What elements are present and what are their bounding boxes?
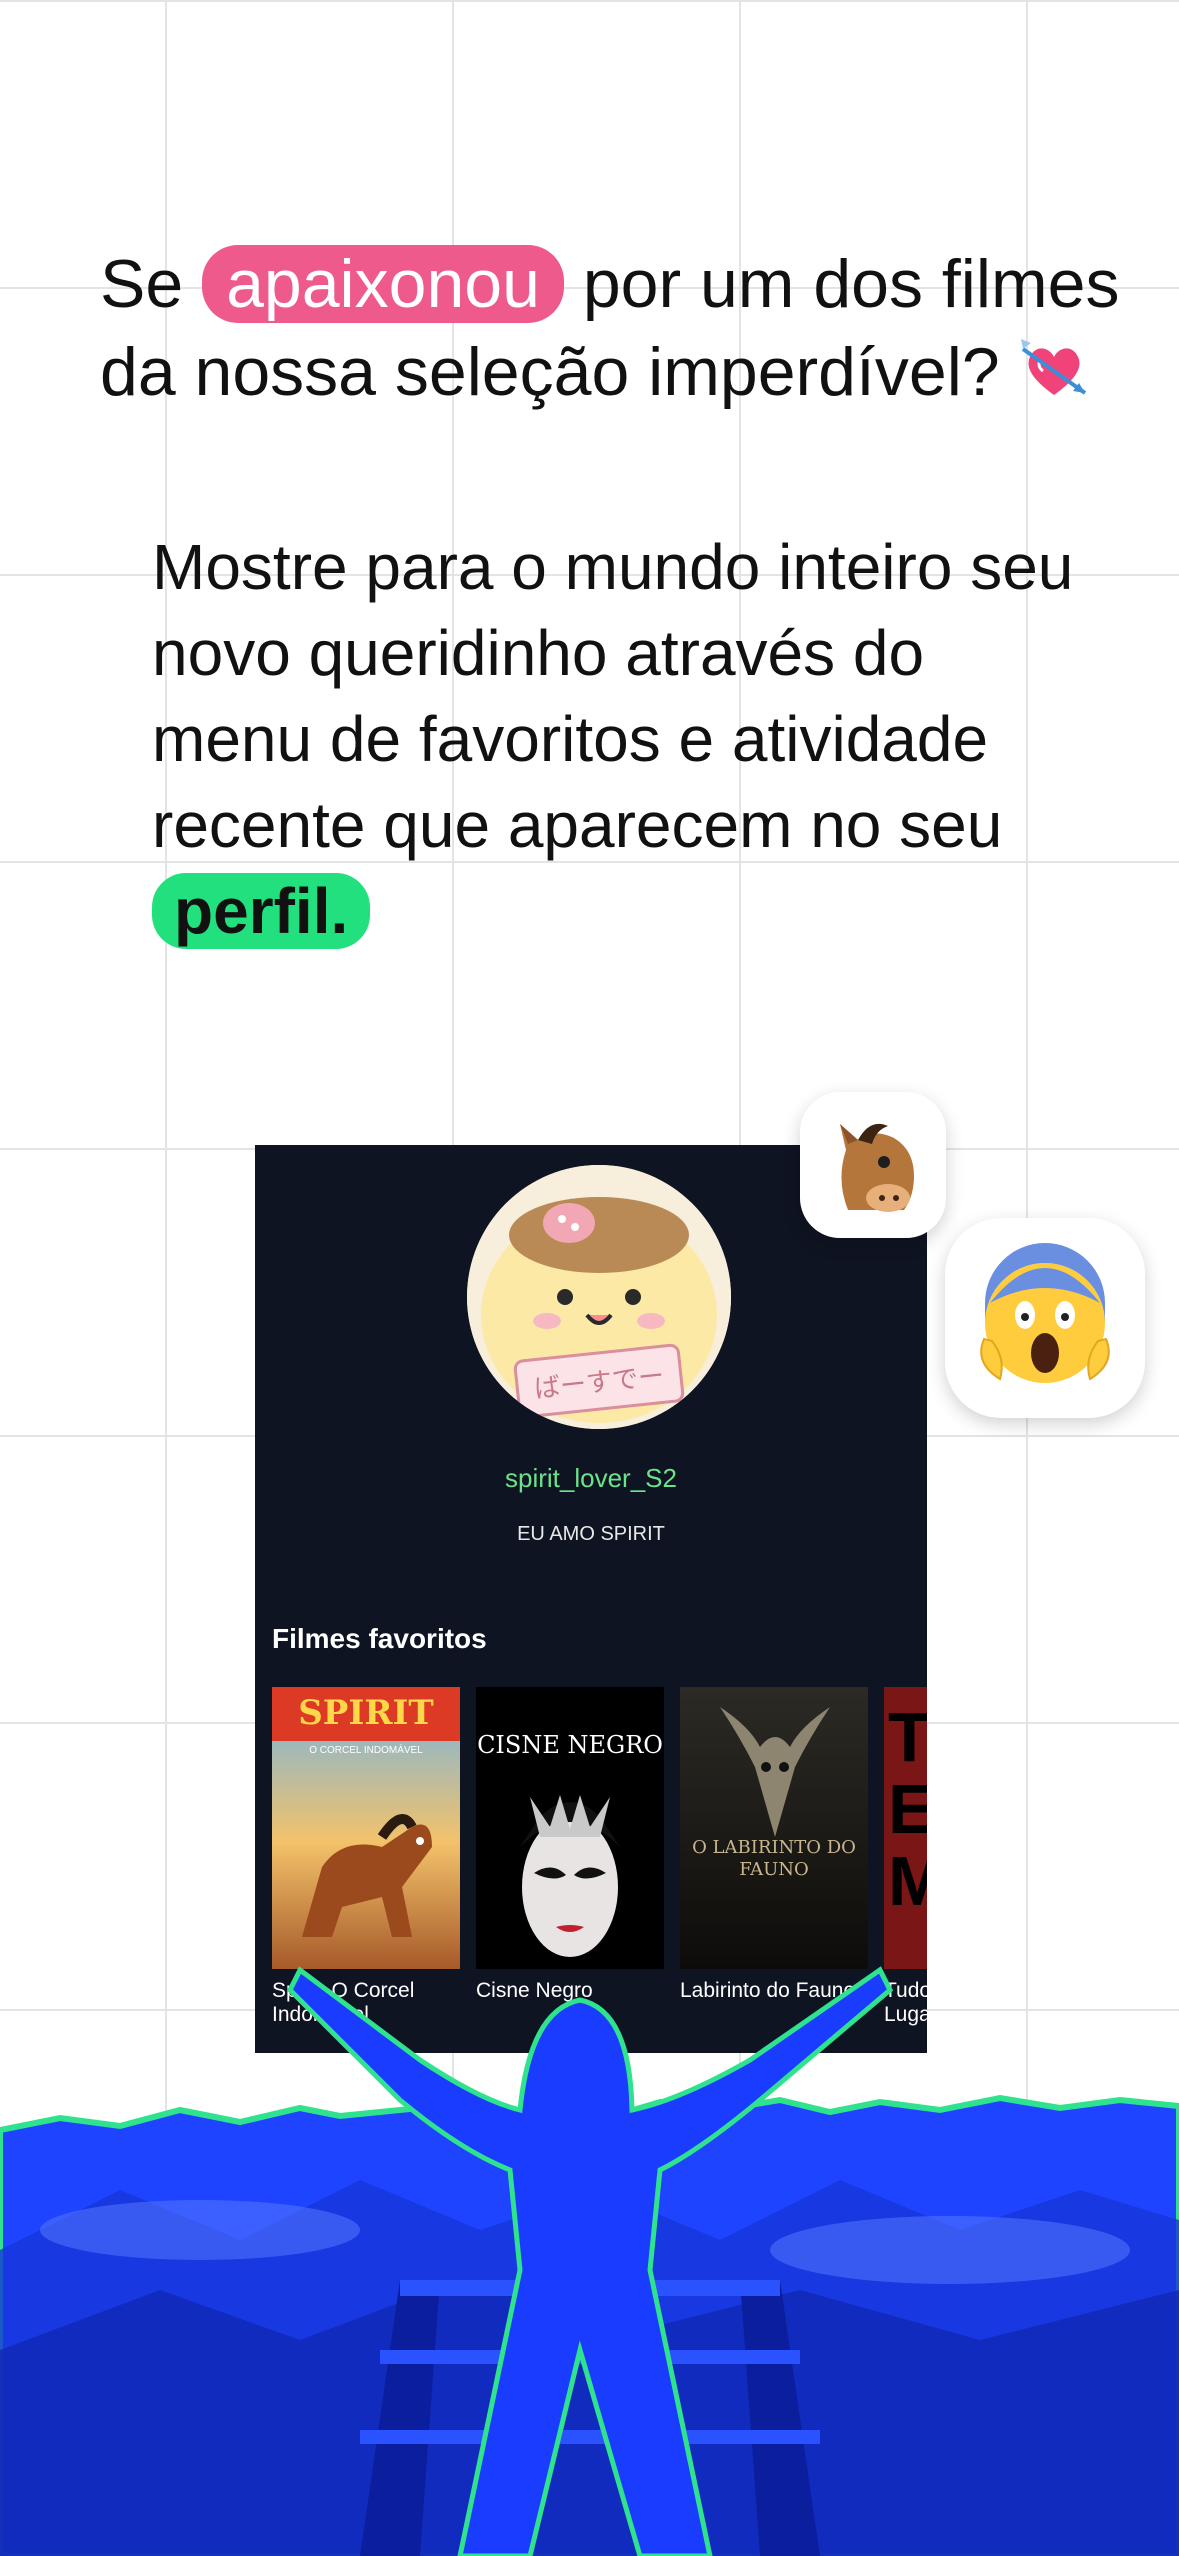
body-paragraph: Mostre para o mundo inteiro seu novo que…: [152, 524, 1092, 954]
poster-title: TEM: [888, 1698, 927, 1920]
movie-poster[interactable]: O LABIRINTO DO FAUNO: [680, 1687, 868, 1969]
body-highlight: perfil.: [152, 873, 371, 949]
heart-with-arrow-icon: [1019, 335, 1089, 426]
avatar[interactable]: ばーすでー: [467, 1165, 731, 1429]
face-screaming-icon: [980, 1243, 1110, 1383]
favorites-heading: Filmes favoritos: [272, 1623, 487, 1654]
profile-card: ばーすでー spirit_lover_S2 EU AMO SPIRIT Film…: [255, 1145, 927, 2053]
body-text: Mostre para o mundo inteiro seu novo que…: [152, 531, 1074, 861]
headline-highlight: apaixonou: [202, 245, 564, 323]
bio: EU AMO SPIRIT: [517, 1523, 665, 1545]
headline: Se apaixonou por um dos filmes da nossa …: [100, 240, 1140, 426]
headline-part-1: Se: [100, 246, 203, 322]
poster-title: O LABIRINTO DO FAUNO: [692, 1837, 856, 1880]
poster-subtitle: O CORCEL INDOMÁVEL: [309, 1745, 423, 1756]
poster-title: SPIRIT: [298, 1693, 434, 1733]
poster-title: CISNE NEGRO: [477, 1731, 663, 1759]
person-silhouette: [286, 1966, 894, 2556]
movie-poster[interactable]: SPIRIT O CORCEL INDOMÁVEL: [272, 1687, 460, 1969]
movie-poster[interactable]: CISNE NEGRO: [476, 1687, 664, 1969]
scream-badge: [945, 1218, 1145, 1418]
horse-face-icon: [840, 1123, 914, 1212]
username[interactable]: spirit_lover_S2: [255, 1463, 927, 1494]
movie-poster[interactable]: TEM: [884, 1687, 927, 1969]
horse-badge: [800, 1092, 946, 1238]
